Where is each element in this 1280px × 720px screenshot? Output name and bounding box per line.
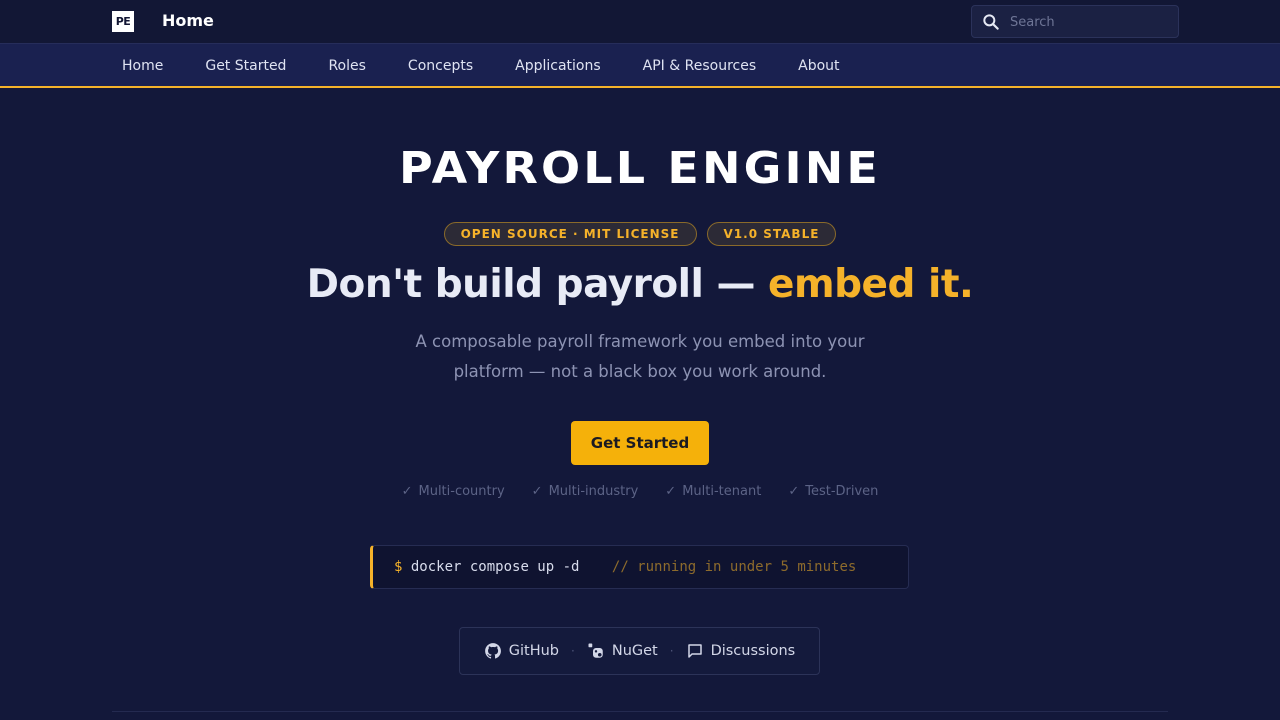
version-badge: V1.0 STABLE — [706, 222, 837, 246]
feature-label: Multi-industry — [548, 484, 639, 499]
headline-main: Don't build payroll — — [306, 262, 769, 307]
tab-api-resources[interactable]: API & Resources — [622, 44, 777, 87]
feature-list: ✓ Multi-country ✓ Multi-industry ✓ Multi-te… — [0, 484, 1280, 499]
discussions-link[interactable]: Discussions — [686, 642, 796, 660]
github-link[interactable]: GitHub — [484, 642, 559, 660]
link-separator: · — [571, 644, 575, 658]
check-icon: ✓ — [531, 484, 543, 499]
tab-roles[interactable]: Roles — [307, 44, 386, 87]
tab-applications[interactable]: Applications — [494, 44, 622, 87]
search-icon — [983, 14, 999, 30]
search-box[interactable] — [971, 5, 1179, 38]
tab-get-started[interactable]: Get Started — [184, 44, 307, 87]
shell-prompt: $ — [394, 559, 403, 575]
section-divider — [112, 711, 1168, 712]
shell-comment: // running in under 5 minutes — [611, 559, 857, 575]
hero-headline: Don't build payroll — embed it. — [0, 262, 1280, 307]
primary-tabs: Home Get Started Roles Concepts Applicat… — [0, 43, 1280, 88]
brand-wordmark: PAYROLL ENGINE — [0, 140, 1280, 196]
tab-home[interactable]: Home — [101, 44, 184, 87]
feature-item: ✓ Multi-industry — [532, 484, 639, 499]
chat-bubble-icon — [687, 644, 702, 658]
feature-item: ✓ Multi-country — [402, 484, 505, 499]
feature-label: Multi-tenant — [682, 484, 762, 499]
check-icon: ✓ — [788, 484, 800, 499]
feature-item: ✓ Multi-tenant — [665, 484, 761, 499]
github-icon — [484, 643, 501, 659]
check-icon: ✓ — [665, 484, 677, 499]
tab-concepts[interactable]: Concepts — [387, 44, 494, 87]
get-started-button[interactable]: Get Started — [571, 421, 709, 465]
install-command-block[interactable]: $ docker compose up -d // running in und… — [370, 545, 909, 589]
brand-wordmark-svg: PAYROLL ENGINE — [399, 143, 881, 192]
site-title[interactable]: Home — [162, 11, 214, 30]
nuget-link-label: NuGet — [611, 643, 658, 659]
brand-wordmark-text: PAYROLL ENGINE — [399, 143, 881, 192]
hero-subtitle: A composable payroll framework you embed… — [415, 332, 865, 381]
site-logo[interactable]: PE — [112, 11, 134, 32]
community-links: GitHub · NuGet · Discussions — [459, 627, 820, 675]
link-separator: · — [669, 644, 674, 658]
search-input[interactable] — [1010, 11, 1170, 33]
feature-item: ✓ Test-Driven — [788, 484, 878, 499]
badge-row: OPEN SOURCE · MIT LICENSE V1.0 STABLE — [0, 222, 1280, 246]
nuget-icon — [588, 643, 603, 658]
top-header: PE Home — [0, 0, 1280, 43]
headline-accent: embed it. — [768, 262, 974, 307]
check-icon: ✓ — [401, 484, 413, 499]
feature-label: Multi-country — [418, 484, 505, 499]
license-badge: OPEN SOURCE · MIT LICENSE — [443, 222, 697, 246]
discussions-link-label: Discussions — [710, 643, 796, 659]
feature-label: Test-Driven — [805, 484, 879, 499]
tab-about[interactable]: About — [777, 44, 860, 87]
nuget-link[interactable]: NuGet — [587, 642, 658, 660]
shell-command: docker compose up -d — [410, 559, 580, 575]
github-link-label: GitHub — [508, 643, 560, 659]
